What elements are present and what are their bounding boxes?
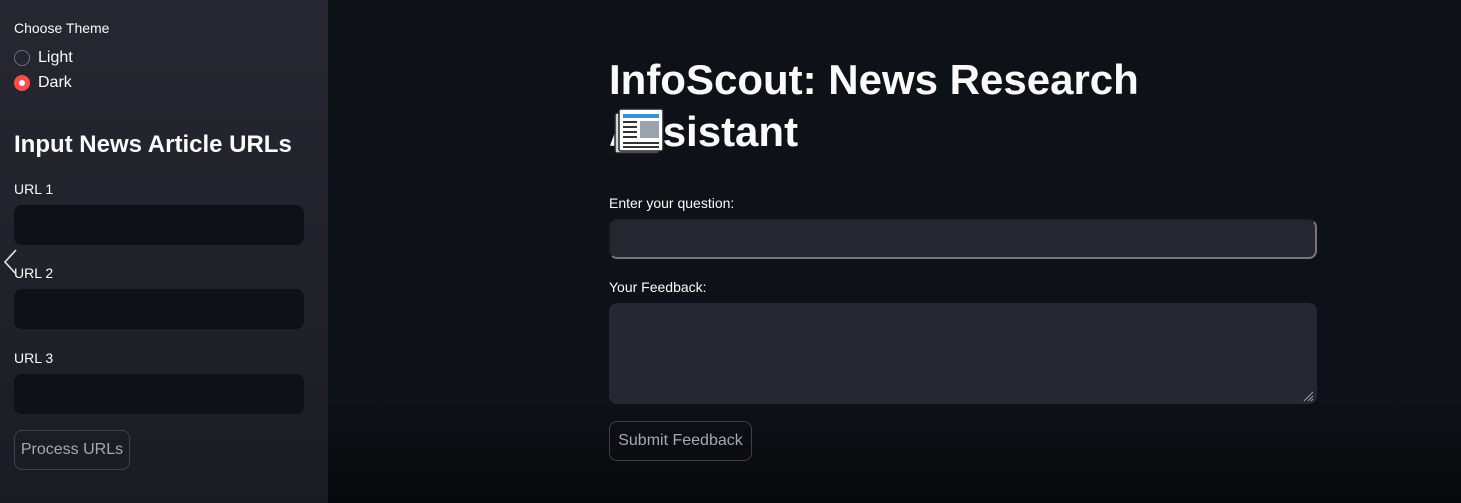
submit-feedback-button[interactable]: Submit Feedback: [609, 421, 752, 461]
feedback-textarea[interactable]: [609, 303, 1317, 404]
url-3-label: URL 3: [14, 350, 54, 366]
newspaper-icon: [613, 107, 665, 157]
theme-option-label: Dark: [38, 74, 72, 91]
feedback-label: Your Feedback:: [609, 279, 707, 295]
theme-option-label: Light: [38, 49, 73, 66]
main-content: InfoScout: News Research Assistant Enter…: [328, 0, 1461, 503]
process-urls-button[interactable]: Process URLs: [14, 430, 130, 470]
url-2-input[interactable]: [14, 289, 304, 329]
theme-option-light[interactable]: Light: [14, 48, 73, 68]
sidebar-heading: Input News Article URLs: [14, 131, 292, 158]
theme-option-dark[interactable]: Dark: [14, 73, 72, 93]
collapse-sidebar-icon[interactable]: [0, 248, 24, 276]
question-label: Enter your question:: [609, 195, 735, 211]
question-input[interactable]: [609, 219, 1317, 259]
app-window: Choose Theme Light Dark Input News Artic…: [0, 0, 1461, 503]
url-1-label: URL 1: [14, 181, 54, 197]
radio-light[interactable]: [14, 50, 30, 66]
url-1-input[interactable]: [14, 205, 304, 245]
url-3-input[interactable]: [14, 374, 304, 414]
sidebar: Choose Theme Light Dark Input News Artic…: [0, 0, 328, 503]
page-title: InfoScout: News Research Assistant: [609, 56, 1139, 155]
radio-dark[interactable]: [14, 75, 30, 91]
resize-handle-icon[interactable]: [1302, 389, 1314, 402]
theme-label: Choose Theme: [14, 20, 110, 36]
